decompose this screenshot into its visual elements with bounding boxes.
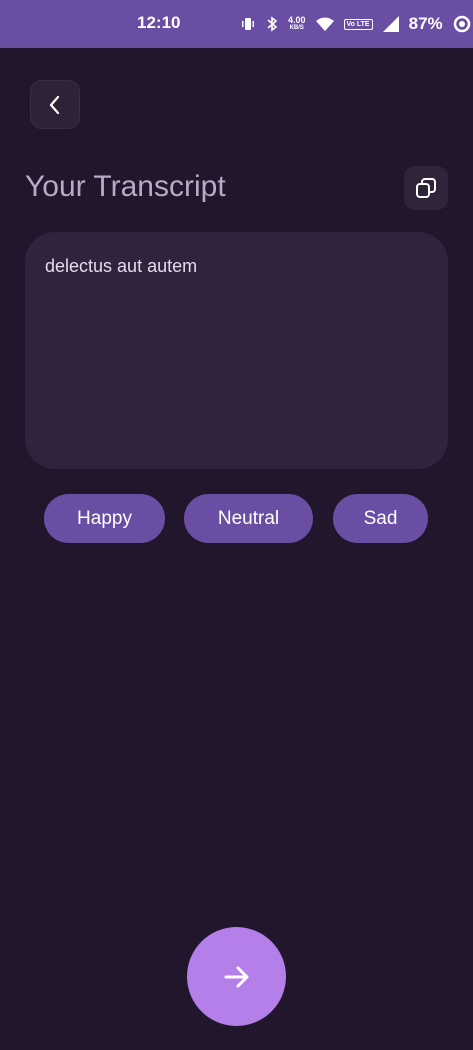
arrow-right-icon bbox=[224, 966, 248, 987]
vibrate-icon bbox=[242, 18, 254, 30]
status-bar: 12:10 4.00 KB/S Vo LTE 87% bbox=[0, 0, 473, 48]
status-time: 12:10 bbox=[137, 13, 181, 32]
back-button[interactable] bbox=[30, 80, 80, 129]
mood-chip-neutral[interactable]: Neutral bbox=[184, 494, 313, 543]
transcript-text: delectus aut autem bbox=[45, 256, 198, 276]
battery-percentage: 87% bbox=[408, 14, 443, 33]
copy-button[interactable] bbox=[404, 166, 448, 210]
network-speed-value: 4.00 bbox=[288, 15, 306, 25]
volte-badge: Vo LTE bbox=[343, 18, 373, 30]
transcript-box[interactable]: delectus aut autem bbox=[25, 232, 448, 469]
status-icons: 4.00 KB/S Vo LTE 87% bbox=[240, 0, 471, 48]
network-speed: 4.00 KB/S bbox=[288, 16, 306, 32]
next-button[interactable] bbox=[187, 927, 286, 1026]
mood-selector: Happy Neutral Sad bbox=[0, 494, 473, 544]
page-title: Your Transcript bbox=[25, 170, 226, 203]
copy-icon bbox=[416, 178, 436, 198]
chevron-left-icon bbox=[49, 95, 60, 114]
bluetooth-icon bbox=[267, 16, 278, 32]
signal-icon bbox=[382, 16, 399, 32]
mood-chip-sad[interactable]: Sad bbox=[333, 494, 428, 543]
network-speed-unit: KB/S bbox=[289, 25, 304, 31]
wifi-icon bbox=[315, 17, 334, 31]
battery-ring-icon bbox=[453, 15, 470, 33]
mood-chip-happy[interactable]: Happy bbox=[44, 494, 165, 543]
